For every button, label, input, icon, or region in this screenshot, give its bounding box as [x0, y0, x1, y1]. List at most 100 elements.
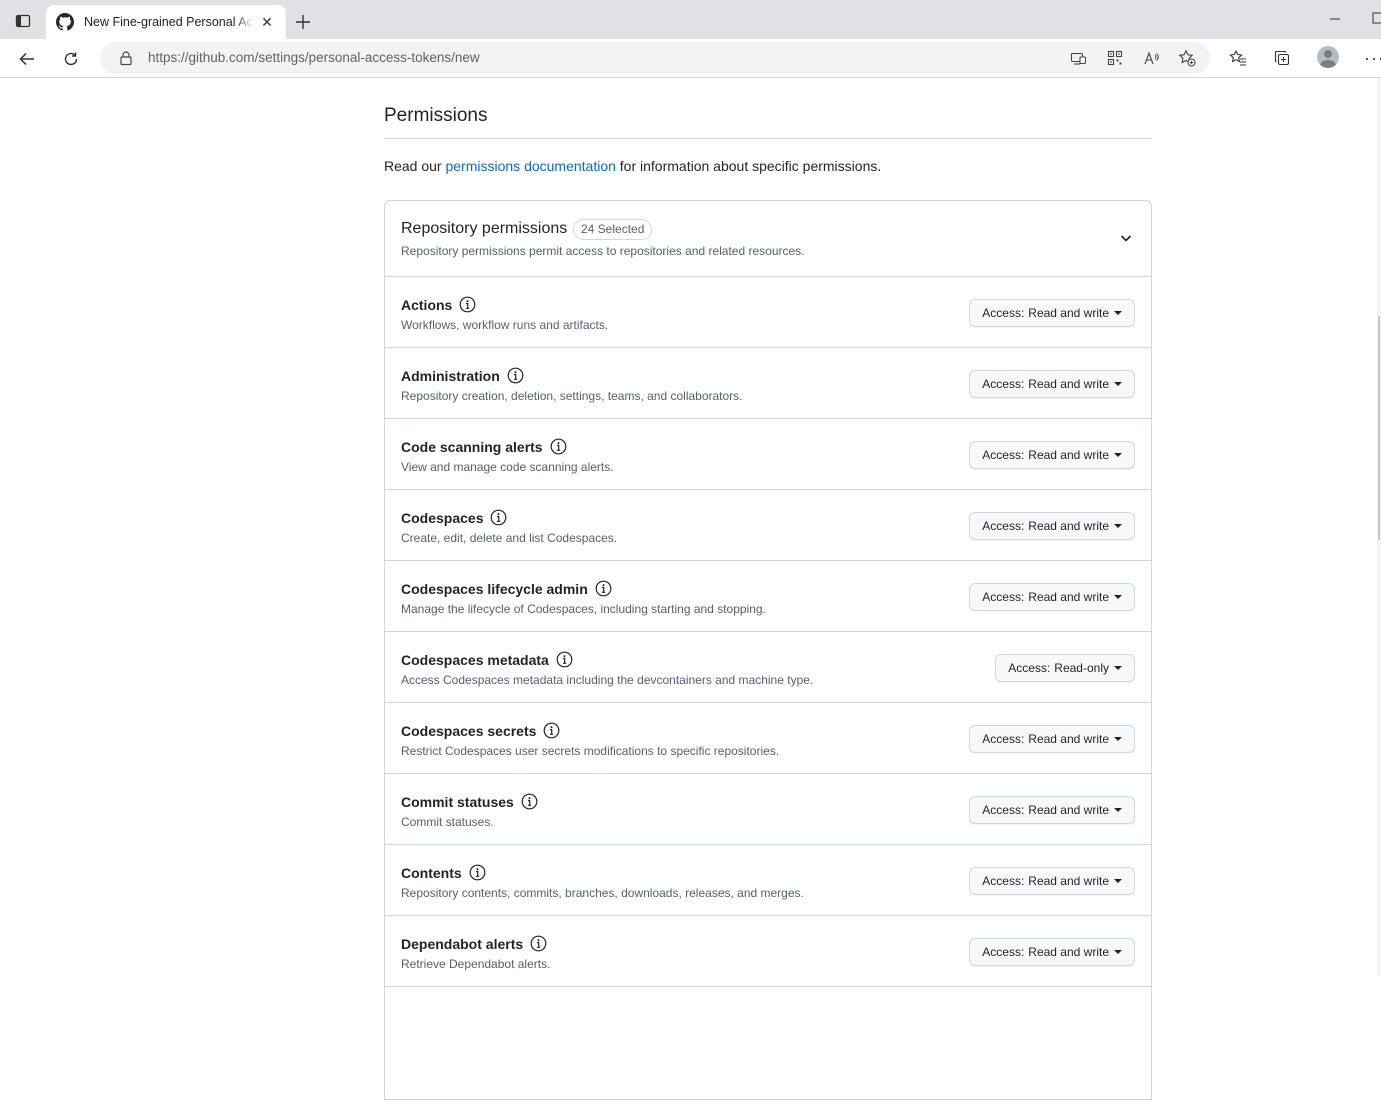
- permission-list: Actions Workflows, workflow runs and art…: [385, 277, 1151, 987]
- info-icon[interactable]: [543, 722, 560, 739]
- access-level-dropdown[interactable]: Access: Read-only: [995, 654, 1135, 682]
- url-text[interactable]: https://github.com/settings/personal-acc…: [148, 50, 480, 65]
- permission-description: Restrict Codespaces user secrets modific…: [401, 744, 780, 758]
- access-level-value: Read and write: [1028, 803, 1109, 817]
- permission-row-codespaces-lifecycle-admin: Codespaces lifecycle admin Manage the li…: [385, 561, 1151, 632]
- info-icon[interactable]: [595, 580, 612, 597]
- permission-row-actions: Actions Workflows, workflow runs and art…: [385, 277, 1151, 348]
- access-level-dropdown[interactable]: Access: Read and write: [969, 370, 1135, 398]
- info-icon[interactable]: [507, 367, 524, 384]
- qr-code-icon[interactable]: [1106, 49, 1124, 67]
- access-prefix: Access:: [982, 306, 1025, 320]
- access-prefix: Access:: [982, 803, 1025, 817]
- github-icon: [56, 13, 74, 31]
- permission-name-line: Codespaces metadata: [401, 651, 573, 668]
- scrollbar-thumb[interactable]: [1378, 316, 1380, 540]
- caret-down-icon: [1114, 524, 1122, 528]
- access-level-dropdown[interactable]: Access: Read and write: [969, 441, 1135, 469]
- access-level-value: Read and write: [1028, 590, 1109, 604]
- access-prefix: Access:: [982, 732, 1025, 746]
- section-title: Permissions: [384, 105, 488, 126]
- permissions-documentation-link[interactable]: permissions documentation: [445, 158, 615, 174]
- selected-count-badge: 24 Selected: [573, 219, 653, 240]
- caret-down-icon: [1114, 311, 1122, 315]
- url-path: /settings/personal-access-tokens/new: [254, 50, 480, 65]
- plus-icon[interactable]: [292, 11, 314, 33]
- info-icon[interactable]: [490, 509, 507, 526]
- permission-name: Commit statuses: [401, 793, 514, 810]
- info-icon[interactable]: [550, 438, 567, 455]
- info-icon[interactable]: [469, 864, 486, 881]
- access-level-value: Read and write: [1028, 732, 1109, 746]
- info-icon[interactable]: [530, 935, 547, 952]
- access-level-value: Read and write: [1028, 519, 1109, 533]
- access-level-dropdown[interactable]: Access: Read and write: [969, 938, 1135, 966]
- repository-permissions-header[interactable]: Repository permissions 24 Selected Repos…: [385, 201, 1151, 277]
- access-level-dropdown[interactable]: Access: Read and write: [969, 867, 1135, 895]
- arrow-left-icon[interactable]: [15, 47, 39, 71]
- caret-down-icon: [1114, 595, 1122, 599]
- permission-description: Manage the lifecycle of Codespaces, incl…: [401, 602, 766, 616]
- access-prefix: Access:: [1008, 661, 1051, 675]
- add-favorite-icon[interactable]: [1178, 49, 1196, 67]
- chevron-down-icon[interactable]: [1118, 230, 1134, 246]
- caret-down-icon: [1114, 737, 1122, 741]
- access-prefix: Access:: [982, 945, 1025, 959]
- minimize-icon[interactable]: [1326, 10, 1344, 28]
- info-icon[interactable]: [459, 296, 476, 313]
- browser-tab-active[interactable]: New Fine-grained Personal Access Tokens …: [46, 5, 286, 39]
- read-aloud-icon[interactable]: [1142, 49, 1160, 67]
- access-prefix: Access:: [982, 519, 1025, 533]
- permission-name-line: Contents: [401, 864, 486, 881]
- access-level-dropdown[interactable]: Access: Read and write: [969, 299, 1135, 327]
- permission-row-codespaces-metadata: Codespaces metadata Access Codespaces me…: [385, 632, 1151, 703]
- app-available-icon[interactable]: [1069, 49, 1087, 67]
- intro-prefix: Read our: [384, 158, 446, 174]
- close-icon[interactable]: ✕: [258, 13, 276, 31]
- info-icon[interactable]: [521, 793, 538, 810]
- refresh-icon[interactable]: [59, 47, 83, 71]
- permission-row-codespaces-secrets: Codespaces secrets Restrict Codespaces u…: [385, 703, 1151, 774]
- permission-row-administration: Administration Repository creation, dele…: [385, 348, 1151, 419]
- intro-suffix: for information about specific permissio…: [615, 158, 882, 174]
- tab-actions-icon[interactable]: [12, 10, 34, 32]
- maximize-icon[interactable]: [1372, 11, 1381, 25]
- permission-row-dependabot-alerts: Dependabot alerts Retrieve Dependabot al…: [385, 916, 1151, 987]
- access-level-dropdown[interactable]: Access: Read and write: [969, 512, 1135, 540]
- info-icon[interactable]: [556, 651, 573, 668]
- permission-name: Dependabot alerts: [401, 935, 524, 952]
- permission-name-line: Codespaces: [401, 509, 507, 526]
- caret-down-icon: [1114, 382, 1122, 386]
- tab-title: New Fine-grained Personal Access Tokens: [84, 15, 254, 29]
- browser-tab-bar: New Fine-grained Personal Access Tokens …: [0, 0, 1381, 39]
- access-level-value: Read and write: [1028, 448, 1109, 462]
- collections-icon[interactable]: [1272, 48, 1292, 68]
- access-level-dropdown[interactable]: Access: Read and write: [969, 796, 1135, 824]
- access-level-dropdown[interactable]: Access: Read and write: [969, 583, 1135, 611]
- access-level-value: Read and write: [1028, 874, 1109, 888]
- access-level-value: Read and write: [1028, 377, 1109, 391]
- caret-down-icon: [1114, 666, 1122, 670]
- permission-name: Codespaces lifecycle admin: [401, 580, 588, 597]
- permission-name-line: Administration: [401, 367, 524, 384]
- address-bar[interactable]: https://github.com/settings/personal-acc…: [100, 42, 1210, 74]
- permission-name: Administration: [401, 367, 500, 384]
- permission-name: Contents: [401, 864, 462, 881]
- favorites-icon[interactable]: [1228, 48, 1248, 68]
- permissions-intro: Read our permissions documentation for i…: [384, 158, 881, 174]
- profile-avatar[interactable]: [1317, 46, 1339, 68]
- more-options-icon[interactable]: ···: [1364, 48, 1381, 68]
- permission-description: Retrieve Dependabot alerts.: [401, 957, 551, 971]
- permission-name-line: Actions: [401, 296, 476, 313]
- caret-down-icon: [1114, 453, 1122, 457]
- permission-name: Code scanning alerts: [401, 438, 543, 455]
- permission-description: Repository contents, commits, branches, …: [401, 886, 804, 900]
- permission-description: Workflows, workflow runs and artifacts.: [401, 318, 609, 332]
- permission-name-line: Codespaces lifecycle admin: [401, 580, 612, 597]
- access-level-dropdown[interactable]: Access: Read and write: [969, 725, 1135, 753]
- access-level-value: Read-only: [1054, 661, 1109, 675]
- permission-name: Actions: [401, 296, 453, 313]
- permission-name-line: Code scanning alerts: [401, 438, 567, 455]
- url-host: https://github.com: [148, 50, 255, 65]
- permission-description: View and manage code scanning alerts.: [401, 460, 614, 474]
